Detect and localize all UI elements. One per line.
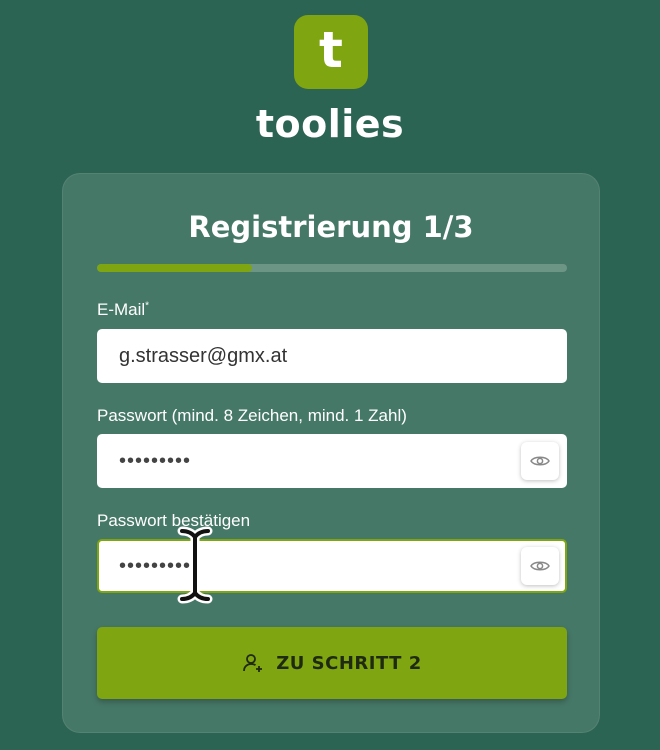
form-title: Registrierung 1/3 <box>188 210 474 244</box>
registration-card: Registrierung 1/3 E-Mail* g.strasser@gmx… <box>62 173 600 733</box>
password-label: Passwort (mind. 8 Zeichen, mind. 1 Zahl) <box>97 406 407 425</box>
text-cursor-icon <box>177 526 213 604</box>
next-step-label: ZU SCHRITT 2 <box>276 652 422 674</box>
progress-bar <box>97 264 567 272</box>
email-label: E-Mail* <box>97 300 150 319</box>
email-value: g.strasser@gmx.at <box>119 344 288 367</box>
password-visibility-toggle[interactable] <box>521 442 559 480</box>
add-user-icon <box>243 654 263 672</box>
password-value: ••••••••• <box>119 449 192 472</box>
logo: t <box>294 15 368 89</box>
brand-name: toolies <box>255 102 405 146</box>
next-step-button[interactable]: ZU SCHRITT 2 <box>97 627 567 699</box>
eye-icon <box>530 456 550 466</box>
password-field[interactable]: ••••••••• <box>97 434 567 488</box>
logo-letter: t <box>319 21 343 79</box>
progress-fill <box>97 264 253 272</box>
eye-icon <box>530 561 550 571</box>
email-field[interactable]: g.strasser@gmx.at <box>97 329 567 383</box>
confirm-password-field[interactable]: ••••••••• <box>97 539 567 593</box>
confirm-visibility-toggle[interactable] <box>521 547 559 585</box>
